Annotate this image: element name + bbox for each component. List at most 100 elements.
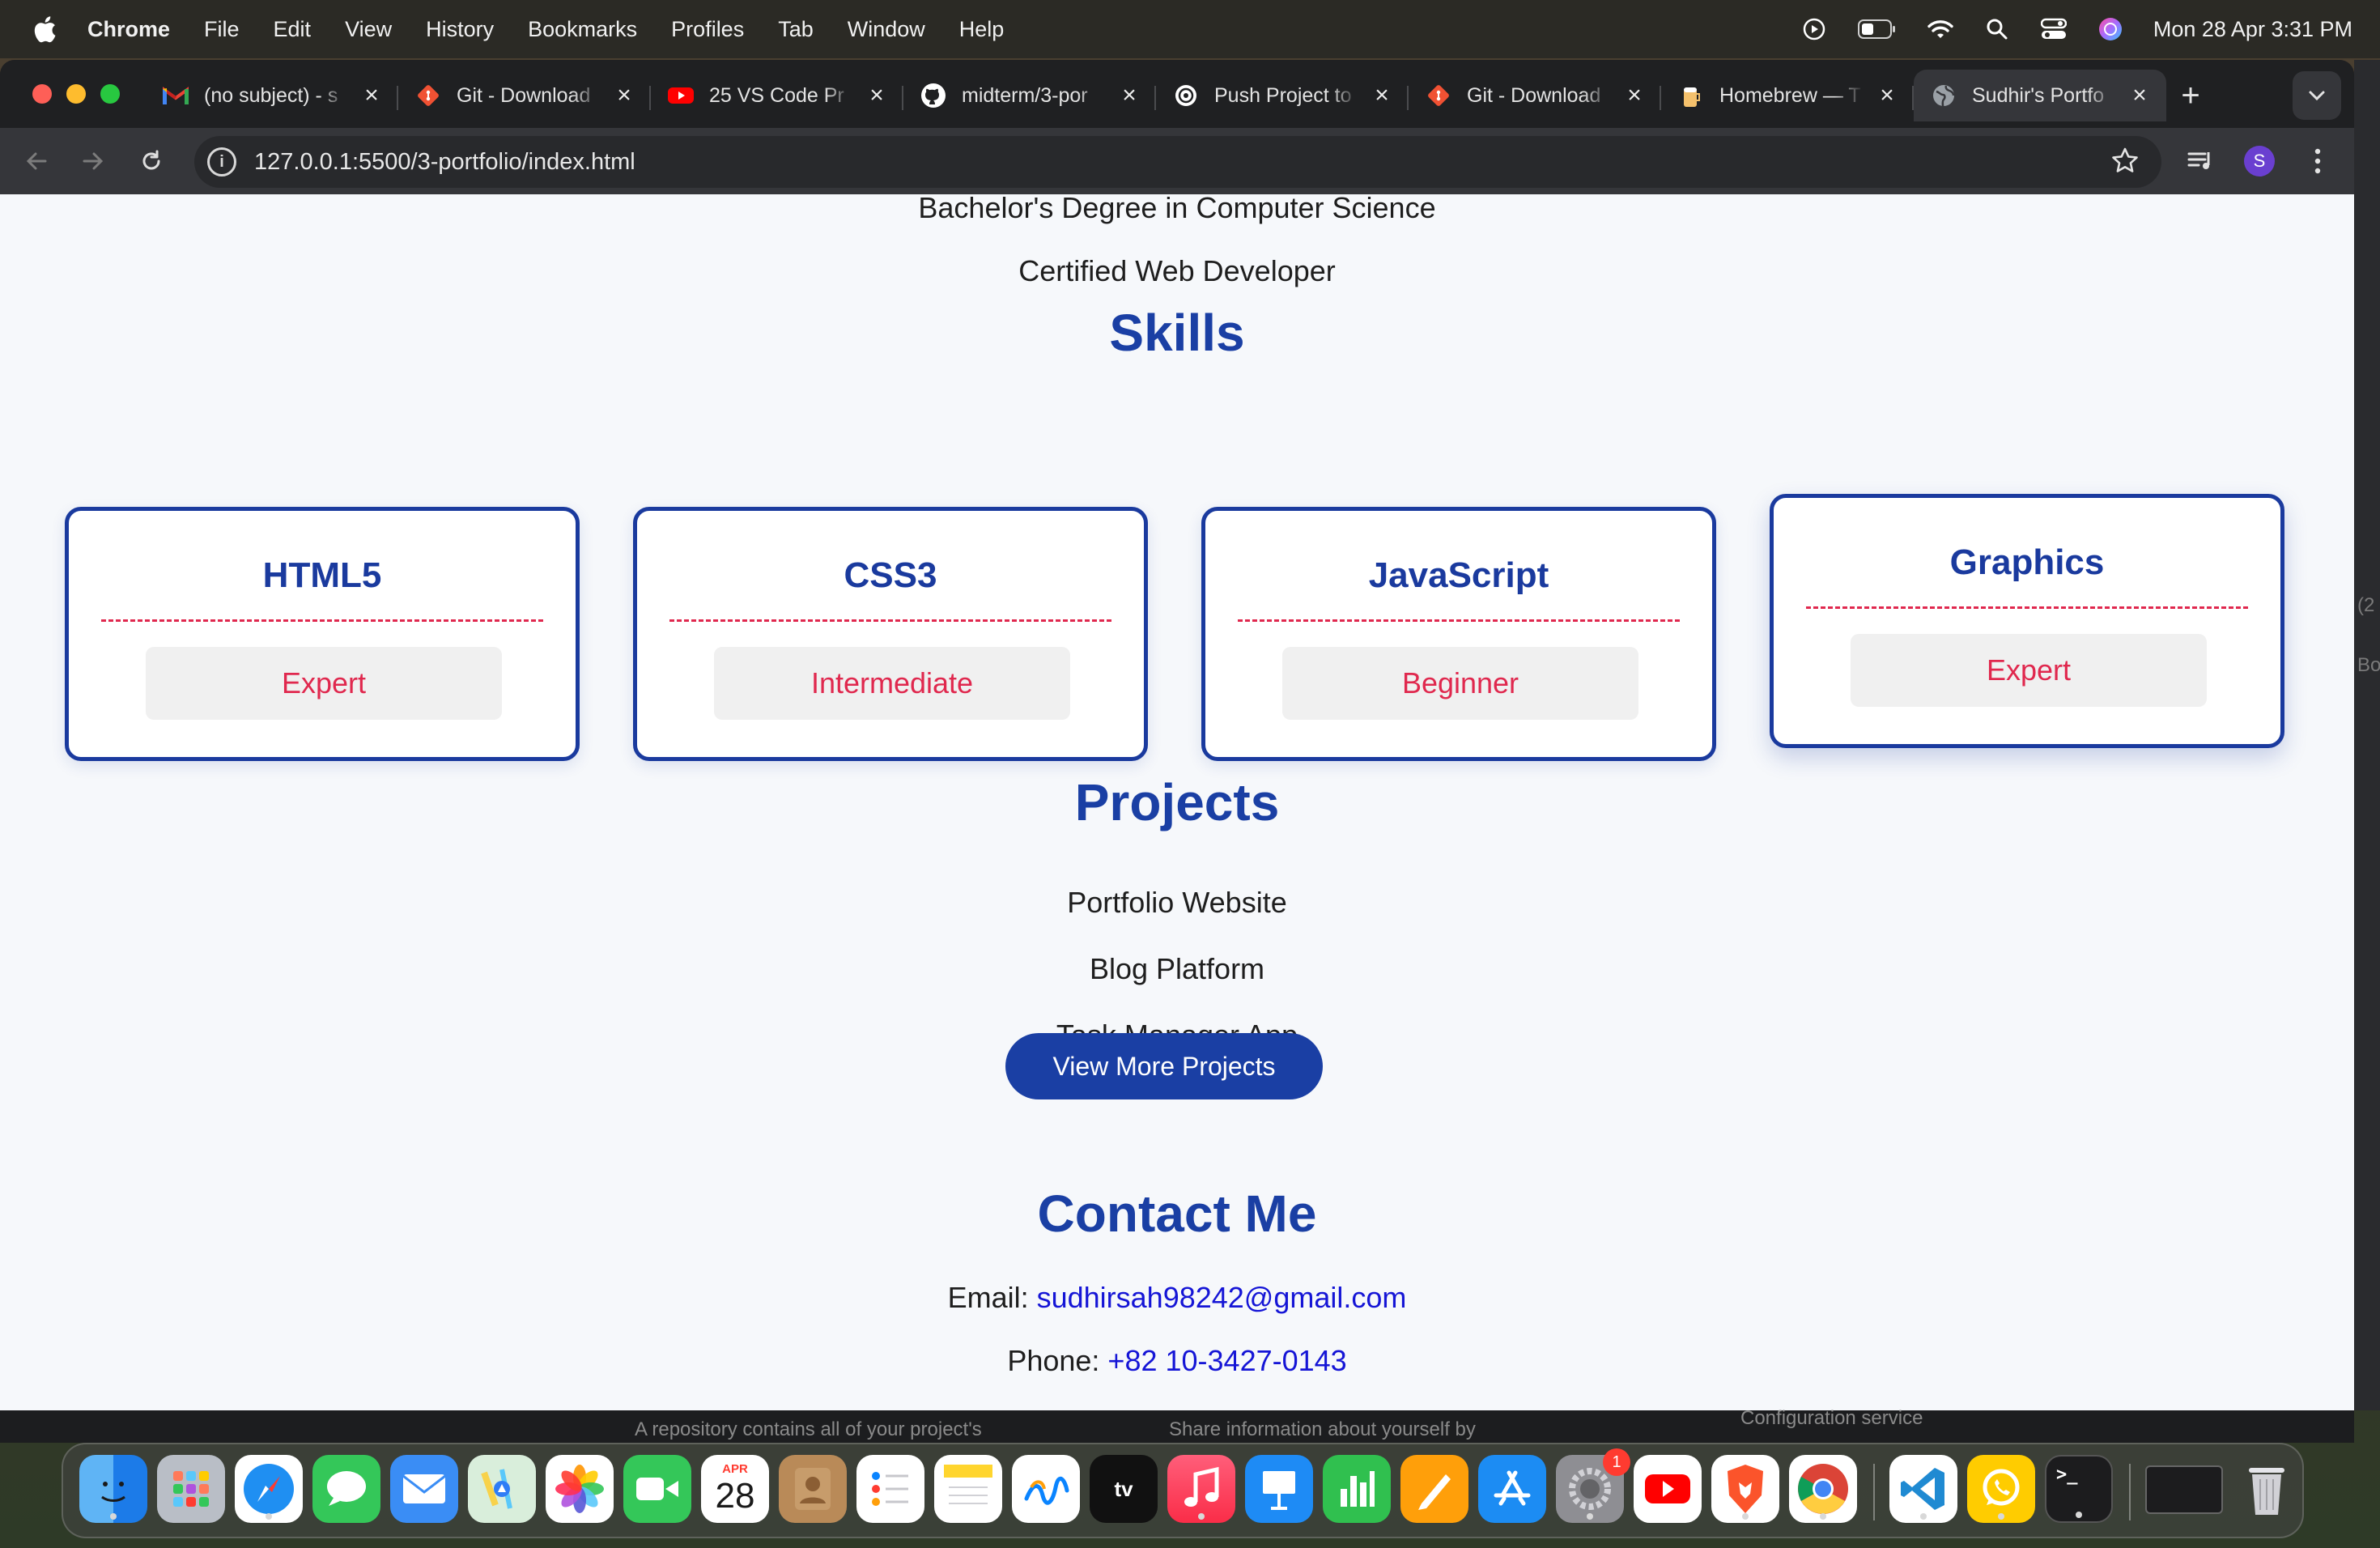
close-tab-icon[interactable]: ×	[1622, 82, 1647, 108]
vscode-icon[interactable]	[1889, 1455, 1957, 1523]
contact-heading: Contact Me	[1037, 1184, 1317, 1243]
tab-git-download-2[interactable]: Git - Download ×	[1409, 70, 1661, 121]
chrome-icon[interactable]	[1789, 1455, 1857, 1523]
whatsapp-icon[interactable]	[1967, 1455, 2035, 1523]
tab-gmail[interactable]: (no subject) - s ×	[146, 70, 398, 121]
reading-list-button[interactable]	[2181, 141, 2221, 181]
tab-youtube[interactable]: 25 VS Code Pr ×	[651, 70, 903, 121]
reload-button[interactable]	[133, 142, 170, 180]
screen-window-icon[interactable]	[2145, 1465, 2223, 1514]
project-item: Portfolio Website	[1067, 886, 1287, 919]
address-url[interactable]: 127.0.0.1:5500/3-portfolio/index.html	[254, 149, 635, 176]
close-tab-icon[interactable]: ×	[1370, 82, 1394, 108]
chrome-menu-button[interactable]	[2297, 141, 2338, 181]
close-window-button[interactable]	[32, 84, 52, 104]
background-text: Share information about yourself by	[1169, 1418, 1476, 1440]
new-tab-button[interactable]: +	[2166, 70, 2215, 121]
background-text: Configuration service	[1740, 1407, 1923, 1429]
pages-icon[interactable]	[1400, 1455, 1468, 1523]
apple-icon[interactable]	[32, 15, 57, 44]
tabs: (no subject) - s × Git - Download × 25 V…	[146, 70, 2215, 123]
notification-badge: 1	[1603, 1448, 1630, 1476]
finder-icon[interactable]	[79, 1455, 147, 1523]
wifi-icon[interactable]	[1927, 15, 1954, 43]
menu-profiles[interactable]: Profiles	[671, 17, 744, 42]
freeform-icon[interactable]	[1012, 1455, 1080, 1523]
openai-icon	[1172, 82, 1200, 109]
battery-icon[interactable]	[1857, 15, 1898, 43]
tab-search-button[interactable]	[2293, 71, 2341, 120]
minimize-window-button[interactable]	[66, 84, 86, 104]
menubar-clock[interactable]: Mon 28 Apr 3:31 PM	[2153, 17, 2352, 42]
menu-app-name[interactable]: Chrome	[87, 17, 170, 42]
appstore-icon[interactable]	[1478, 1455, 1546, 1523]
facetime-icon[interactable]	[623, 1455, 691, 1523]
safari-icon[interactable]	[235, 1455, 303, 1523]
tab-git-download[interactable]: Git - Download ×	[398, 70, 651, 121]
view-more-projects-button[interactable]: View More Projects	[1005, 1033, 1323, 1099]
menu-view[interactable]: View	[345, 17, 392, 42]
tab-sudhir-portfolio[interactable]: Sudhir's Portfo ×	[1914, 70, 2166, 121]
arrow-left-icon	[26, 152, 47, 170]
mail-icon[interactable]	[390, 1455, 458, 1523]
menu-edit[interactable]: Edit	[274, 17, 312, 42]
trash-icon[interactable]	[2233, 1455, 2301, 1523]
spotlight-search-icon[interactable]	[1983, 15, 2011, 43]
browser-window: (no subject) - s × Git - Download × 25 V…	[0, 60, 2354, 1410]
education-item: Bachelor's Degree in Computer Science	[918, 194, 1436, 224]
system-settings-icon[interactable]: 1	[1556, 1448, 1630, 1523]
skill-card-html5: HTML5 Expert	[65, 507, 580, 761]
forward-button[interactable]	[74, 142, 112, 180]
menu-help[interactable]: Help	[959, 17, 1005, 42]
close-tab-icon[interactable]: ×	[1117, 82, 1141, 108]
keynote-icon[interactable]	[1245, 1455, 1313, 1523]
menu-window[interactable]: Window	[848, 17, 925, 42]
running-indicator	[1742, 1513, 1749, 1520]
menu-bookmarks[interactable]: Bookmarks	[528, 17, 637, 42]
menu-file[interactable]: File	[204, 17, 240, 42]
menu-tab[interactable]: Tab	[778, 17, 814, 42]
site-info-icon[interactable]: i	[207, 147, 236, 176]
close-tab-icon[interactable]: ×	[2127, 82, 2152, 108]
music-icon[interactable]	[1167, 1455, 1235, 1523]
contacts-icon[interactable]	[779, 1455, 847, 1523]
profile-button[interactable]: S	[2239, 141, 2280, 181]
skill-name: Graphics	[1949, 542, 2105, 582]
running-indicator	[1587, 1513, 1593, 1520]
email-link[interactable]: sudhirsah98242@gmail.com	[1037, 1281, 1407, 1314]
address-bar[interactable]: i 127.0.0.1:5500/3-portfolio/index.html	[194, 136, 2161, 188]
appletv-icon[interactable]: tv	[1090, 1455, 1158, 1523]
numbers-icon[interactable]	[1323, 1455, 1391, 1523]
fullscreen-window-button[interactable]	[100, 84, 120, 104]
page-viewport[interactable]: Bachelor's Degree in Computer Science Ce…	[0, 194, 2354, 1410]
projects-heading: Projects	[1074, 773, 1280, 831]
messages-icon[interactable]	[312, 1455, 380, 1523]
tab-homebrew[interactable]: Homebrew — T ×	[1661, 70, 1914, 121]
maps-icon[interactable]	[468, 1455, 536, 1523]
screen-recording-icon[interactable]	[1800, 15, 1828, 43]
close-tab-icon[interactable]: ×	[612, 82, 636, 108]
dock-separator	[2129, 1464, 2131, 1520]
tab-chatgpt[interactable]: Push Project to ×	[1156, 70, 1409, 121]
bookmark-star-icon[interactable]	[2110, 146, 2140, 176]
siri-icon[interactable]	[2097, 15, 2124, 43]
tab-title: Git - Download	[1467, 83, 1601, 107]
phone-link[interactable]: +82 10-3427-0143	[1107, 1344, 1346, 1377]
back-button[interactable]	[18, 142, 55, 180]
terminal-icon[interactable]: >_	[2045, 1455, 2113, 1523]
close-tab-icon[interactable]: ×	[359, 82, 384, 108]
reminders-icon[interactable]	[856, 1455, 924, 1523]
brave-icon[interactable]	[1711, 1455, 1779, 1523]
youtube-app-icon[interactable]	[1634, 1455, 1702, 1523]
calendar-icon[interactable]: APR 28	[701, 1455, 769, 1523]
tab-github[interactable]: midterm/3-por ×	[903, 70, 1156, 121]
tab-title: 25 VS Code Pr	[709, 83, 844, 107]
notes-icon[interactable]	[934, 1455, 1002, 1523]
close-tab-icon[interactable]: ×	[1875, 82, 1899, 108]
menu-history[interactable]: History	[426, 17, 494, 42]
photos-icon[interactable]	[546, 1455, 614, 1523]
close-tab-icon[interactable]: ×	[865, 82, 889, 108]
control-center-icon[interactable]	[2040, 15, 2068, 43]
launchpad-icon[interactable]	[157, 1455, 225, 1523]
divider	[101, 619, 543, 622]
